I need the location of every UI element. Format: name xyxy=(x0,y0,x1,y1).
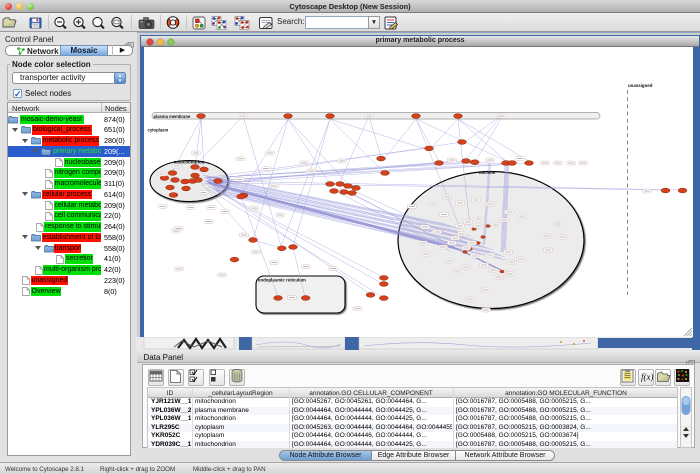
svg-text:unassigned: unassigned xyxy=(628,83,653,88)
svg-text:mitochondrion: mitochondrion xyxy=(174,160,205,165)
svg-text:plasma membrane: plasma membrane xyxy=(154,114,191,119)
svg-text:f(x): f(x) xyxy=(641,372,654,382)
svg-text:nucleus: nucleus xyxy=(479,170,496,175)
svg-text:cytoplasm: cytoplasm xyxy=(148,128,169,133)
svg-text:endoplasmic reticulum: endoplasmic reticulum xyxy=(258,278,306,283)
